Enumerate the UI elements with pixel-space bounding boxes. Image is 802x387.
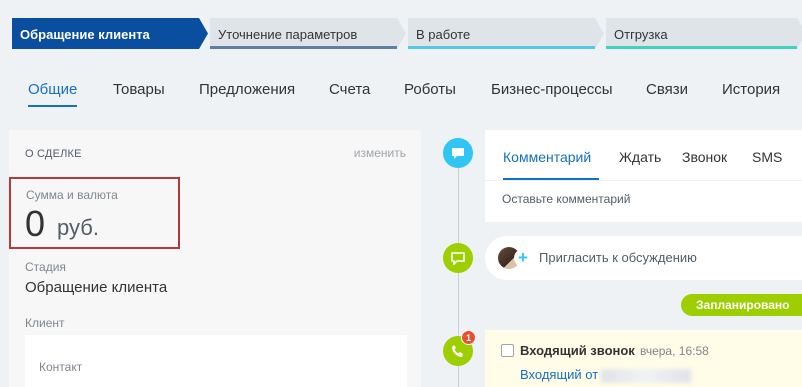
currency-value: руб.	[57, 215, 99, 240]
stage-client-request[interactable]: Обращение клиента	[12, 18, 208, 49]
deal-stage-pipeline: Обращение клиента Уточнение параметров В…	[12, 18, 802, 49]
contact-field[interactable]: Контакт	[25, 335, 407, 387]
tab-comment[interactable]: Комментарий	[503, 149, 591, 165]
call-title: Входящий звонок	[520, 343, 635, 358]
amount-label: Сумма и валюта	[26, 188, 118, 202]
tab-label: Общие	[28, 81, 78, 98]
tab-call[interactable]: Звонок	[682, 149, 727, 165]
stage-label: Обращение клиента	[20, 27, 150, 42]
call-time: вчера, 16:58	[640, 344, 709, 358]
chat-icon	[443, 243, 473, 273]
tab-robots[interactable]: Роботы	[404, 81, 456, 98]
plus-icon: +	[514, 249, 532, 267]
deal-details-panel: О СДЕЛКЕ изменить Сумма и валюта 0 руб. …	[9, 130, 421, 387]
section-title: О СДЕЛКЕ	[25, 148, 82, 160]
redacted-phone-number	[601, 369, 691, 383]
planned-badge: Запланировано	[681, 294, 802, 316]
stage-field-label: Стадия	[25, 260, 66, 274]
comment-input[interactable]: Оставьте комментарий	[502, 192, 630, 206]
tab-general[interactable]: Общие	[28, 81, 78, 107]
call-link[interactable]: Входящий от	[520, 367, 598, 382]
incoming-call-activity: Входящий звонок вчера, 16:58 Входящий от	[485, 330, 802, 387]
stage-label: Отгрузка	[614, 27, 668, 42]
comment-editor: Комментарий Ждать Звонок SMS Оставьте ко…	[485, 130, 802, 222]
stage-in-progress[interactable]: В работе	[408, 18, 604, 49]
tab-sms[interactable]: SMS	[752, 149, 782, 165]
tab-history[interactable]: История	[722, 81, 780, 98]
tab-products[interactable]: Товары	[113, 81, 165, 98]
tab-offers[interactable]: Предложения	[199, 81, 295, 98]
invite-to-discussion[interactable]: + Пригласить к обсуждению	[485, 236, 802, 280]
tab-invoices[interactable]: Счета	[329, 81, 370, 98]
tab-wait[interactable]: Ждать	[619, 149, 661, 165]
stage-shipment[interactable]: Отгрузка	[606, 18, 802, 49]
amount-field-highlight[interactable]: Сумма и валюта 0 руб.	[9, 177, 180, 249]
comment-icon	[443, 138, 473, 168]
amount-value: 0	[25, 203, 46, 244]
notification-count-badge: 1	[461, 330, 476, 345]
tab-links[interactable]: Связи	[646, 81, 688, 98]
contact-label: Контакт	[39, 360, 83, 374]
stage-label: Уточнение параметров	[218, 27, 358, 42]
active-tab-underline	[28, 105, 78, 107]
invite-label: Пригласить к обсуждению	[539, 250, 697, 265]
stage-field-value[interactable]: Обращение клиента	[25, 279, 167, 296]
stage-clarify-params[interactable]: Уточнение параметров	[210, 18, 406, 49]
stage-label: В работе	[416, 27, 471, 42]
edit-link[interactable]: изменить	[354, 146, 406, 160]
tab-business-processes[interactable]: Бизнес-процессы	[491, 81, 613, 98]
complete-checkbox[interactable]	[501, 344, 514, 357]
divider	[485, 180, 802, 181]
client-field-label: Клиент	[25, 316, 65, 330]
